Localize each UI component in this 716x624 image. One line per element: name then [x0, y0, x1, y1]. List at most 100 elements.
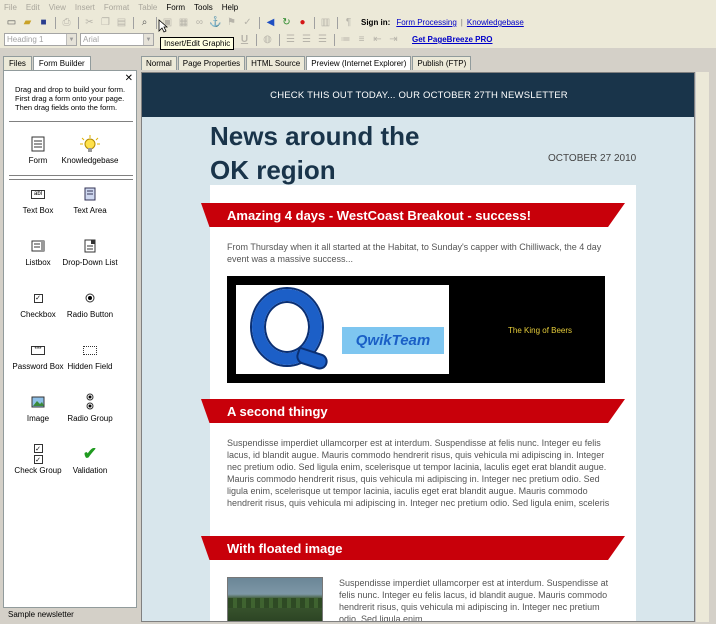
align-right-icon[interactable]: ☰: [315, 33, 330, 47]
underline-icon[interactable]: U: [237, 33, 252, 47]
validation-item[interactable]: ✔ Validation: [60, 444, 120, 475]
numbered-list-icon[interactable]: ≔: [338, 33, 353, 47]
tab-files[interactable]: Files: [3, 56, 32, 70]
radio-button-item[interactable]: Radio Button: [60, 289, 120, 319]
validation-item-label: Validation: [72, 466, 108, 475]
font-select[interactable]: Arial ▼: [80, 33, 154, 46]
dropdown-icon: [60, 237, 120, 255]
knowledgebase-item[interactable]: Knowledgebase: [60, 135, 120, 165]
left-panel-tabs: Files Form Builder: [3, 56, 137, 70]
floated-image: [227, 577, 323, 621]
text-area-item-label: Text Area: [73, 206, 107, 215]
save-icon[interactable]: ■: [36, 16, 51, 30]
check-group-item[interactable]: ✓ ✓ Check Group: [8, 444, 68, 475]
menu-insert[interactable]: Insert: [75, 3, 95, 12]
radio-group-item-label: Radio Group: [67, 414, 113, 423]
paste-icon[interactable]: ▤: [114, 16, 129, 30]
menu-format[interactable]: Format: [104, 3, 129, 12]
style-select[interactable]: Heading 1 ▼: [4, 33, 77, 46]
section-heading: Amazing 4 days - WestCoast Breakout - su…: [201, 203, 625, 227]
knowledgebase-item-label: Knowledgebase: [61, 156, 119, 165]
stop-icon[interactable]: ●: [295, 16, 310, 30]
panel-divider: [9, 175, 133, 177]
insert-flash-icon[interactable]: ⚑: [224, 16, 239, 30]
radio-group-item[interactable]: Radio Group: [60, 393, 120, 423]
outdent-icon[interactable]: ⇤: [370, 33, 385, 47]
panel-divider: [9, 121, 133, 123]
print-icon[interactable]: ⎙: [59, 16, 74, 30]
section-heading: A second thingy: [201, 399, 625, 423]
menu-help[interactable]: Help: [222, 3, 238, 12]
section-body: From Thursday when it all started at the…: [227, 242, 602, 264]
tab-page-properties[interactable]: Page Properties: [177, 56, 246, 70]
main-toolbar: ▭ ▰ ■ ⎙ ✂ ❐ ▤ ⌕ ▣ ▦ ∞ ⚓ ⚑ ✓ ◀ ↻ ● ▥ ¶ Si…: [0, 14, 716, 31]
refresh-icon[interactable]: ↻: [279, 16, 294, 30]
tab-form-builder[interactable]: Form Builder: [32, 56, 91, 70]
check-group-icon: ✓ ✓: [33, 444, 43, 464]
hidden-field-item-label: Hidden Field: [67, 362, 113, 371]
password-box-item[interactable]: *** Password Box: [8, 341, 68, 371]
qwikteam-logo: QwikTeam: [236, 285, 449, 374]
insert-anchor-icon[interactable]: ⚓: [208, 16, 223, 30]
insert-table-icon[interactable]: ▦: [176, 16, 191, 30]
toolbar-divider: [314, 16, 315, 29]
toolbar-divider: [256, 33, 257, 46]
copy-icon[interactable]: ❐: [98, 16, 113, 30]
format-toolbar: Heading 1 ▼ Arial ▼ U ◍ ☰ ☰ ☰ ≔ ≡ ⇤ ⇥ Ge…: [0, 31, 716, 48]
insert-link-icon[interactable]: ∞: [192, 16, 207, 30]
tab-preview[interactable]: Preview (Internet Explorer): [306, 56, 412, 70]
image-item[interactable]: Image: [8, 393, 68, 423]
chevron-down-icon[interactable]: ▼: [66, 34, 76, 45]
indent-icon[interactable]: ⇥: [386, 33, 401, 47]
logo-text: QwikTeam: [342, 327, 444, 354]
menu-edit[interactable]: Edit: [26, 3, 40, 12]
align-center-icon[interactable]: ☰: [299, 33, 314, 47]
get-pro-link[interactable]: Get PageBreeze PRO: [412, 35, 492, 44]
menu-file[interactable]: File: [4, 3, 17, 12]
tab-normal[interactable]: Normal: [141, 56, 177, 70]
vertical-scrollbar[interactable]: [695, 72, 709, 622]
menu-bar: File Edit View Insert Format Table Form …: [0, 0, 716, 14]
checkmark-icon: ✔: [82, 444, 98, 463]
link-separator: |: [460, 18, 463, 27]
bullet-list-icon[interactable]: ≡: [354, 33, 369, 47]
toolbar-divider: [334, 33, 335, 46]
find-icon[interactable]: ⌕: [137, 16, 152, 30]
knowledgebase-link[interactable]: Knowledgebase: [467, 18, 524, 27]
toolbar-divider: [78, 16, 79, 29]
text-color-icon[interactable]: ◍: [260, 33, 275, 47]
checkbox-item[interactable]: ✓ Checkbox: [8, 289, 68, 319]
spellcheck-icon[interactable]: ✓: [240, 16, 255, 30]
new-page-icon[interactable]: ▭: [4, 16, 19, 30]
text-box-item[interactable]: abl Text Box: [8, 185, 68, 215]
close-icon[interactable]: ✕: [125, 73, 133, 84]
back-arrow-icon[interactable]: ◀: [263, 16, 278, 30]
menu-form[interactable]: Form: [166, 3, 185, 12]
open-folder-icon[interactable]: ▰: [20, 16, 35, 30]
listbox-item-label: Listbox: [25, 258, 51, 267]
checkbox-icon: ✓: [33, 293, 43, 303]
listbox-item[interactable]: Listbox: [8, 237, 68, 267]
font-select-value: Arial: [83, 35, 100, 44]
preview-pane[interactable]: CHECK THIS OUT TODAY... OUR OCTOBER 27TH…: [141, 72, 695, 622]
menu-view[interactable]: View: [49, 3, 66, 12]
password-box-item-label: Password Box: [12, 362, 64, 371]
q-logo-tail: [294, 346, 330, 372]
text-area-item[interactable]: Text Area: [60, 185, 120, 215]
check-group-item-label: Check Group: [14, 466, 62, 475]
hidden-field-item[interactable]: Hidden Field: [60, 341, 120, 371]
image-item-label: Image: [26, 414, 50, 423]
menu-table[interactable]: Table: [138, 3, 157, 12]
align-left-icon[interactable]: ☰: [283, 33, 298, 47]
toolbar-divider: [133, 16, 134, 29]
dropdown-list-item[interactable]: Drop-Down List: [60, 237, 120, 267]
properties-icon[interactable]: ▥: [318, 16, 333, 30]
tab-html-source[interactable]: HTML Source: [246, 56, 306, 70]
chevron-down-icon[interactable]: ▼: [143, 34, 153, 45]
tab-publish[interactable]: Publish (FTP): [412, 56, 472, 70]
form-processing-link[interactable]: Form Processing: [396, 18, 456, 27]
menu-tools[interactable]: Tools: [194, 3, 213, 12]
cut-icon[interactable]: ✂: [82, 16, 97, 30]
paragraph-mark-icon[interactable]: ¶: [341, 16, 356, 30]
form-item[interactable]: Form: [8, 135, 68, 165]
